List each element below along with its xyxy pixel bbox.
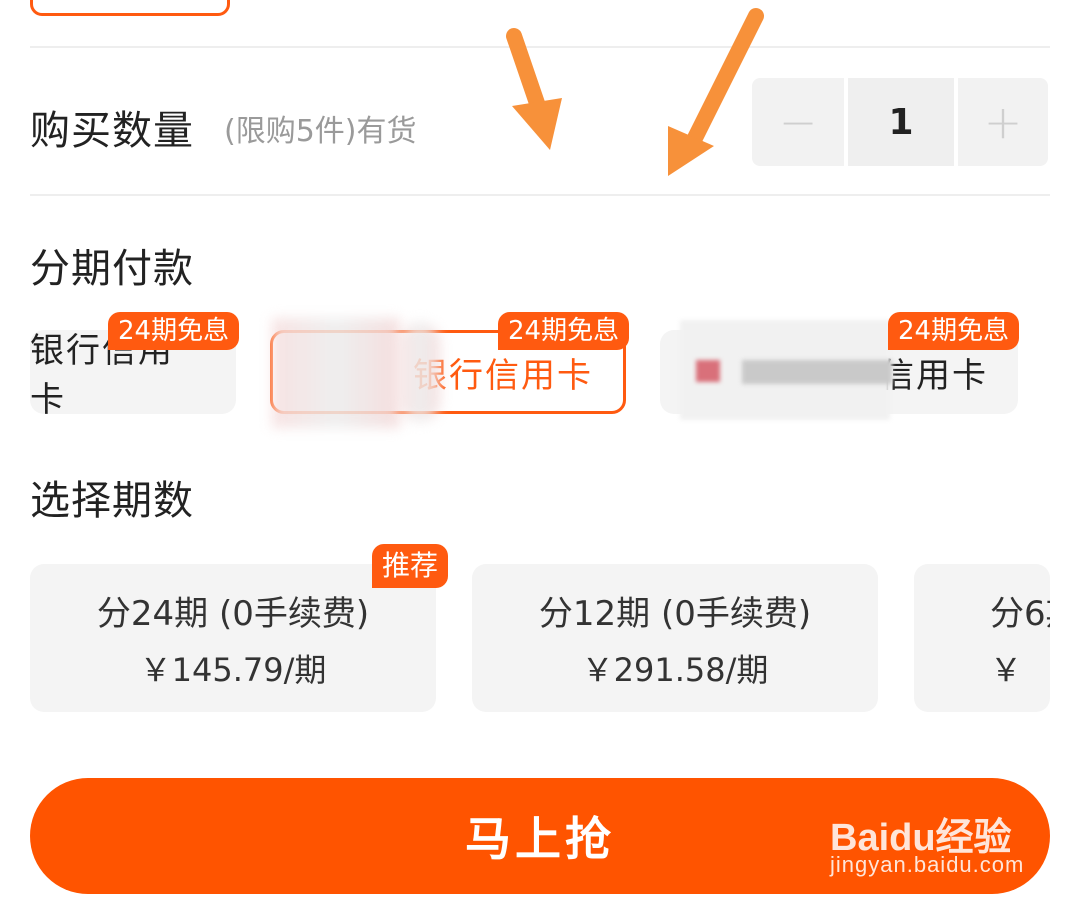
- previous-option-button[interactable]: [30, 0, 230, 16]
- term-title: 选择期数: [30, 478, 194, 524]
- term-price: ￥145.79/期: [139, 650, 327, 689]
- arrow-icon: [668, 8, 764, 176]
- quantity-label: 购买数量: [30, 108, 194, 154]
- term-label: 分6期: [990, 593, 1050, 634]
- interest-free-badge: 24期免息: [888, 312, 1020, 350]
- blurred-bank-name: [272, 318, 400, 428]
- increment-button[interactable]: +: [958, 78, 1048, 166]
- term-option-6[interactable]: 分6期 ￥: [914, 564, 1050, 712]
- quantity-limit-note: (限购5件)有货: [224, 114, 417, 149]
- interest-free-badge: 24期免息: [498, 312, 630, 350]
- bank-logo: [696, 360, 720, 382]
- blurred-bank-name: [400, 322, 440, 422]
- buy-now-label: 马上抢: [465, 812, 615, 866]
- bank-card-label: 银行信用卡: [413, 355, 593, 396]
- divider: [30, 46, 1050, 48]
- arrow-icon: [506, 28, 562, 150]
- quantity-stepper[interactable]: − 1 +: [752, 78, 1052, 166]
- recommend-badge: 推荐: [372, 544, 449, 588]
- bank-card-label: 信用卡: [880, 355, 988, 396]
- term-label: 分12期 (0手续费): [538, 593, 812, 634]
- decrement-button[interactable]: −: [752, 78, 844, 166]
- baidu-watermark-url: jingyan.baidu.com: [830, 852, 1025, 877]
- blurred-bank-name: [742, 360, 892, 384]
- term-option-12[interactable]: 分12期 (0手续费) ￥291.58/期: [472, 564, 878, 712]
- quantity-value[interactable]: 1: [848, 78, 954, 166]
- interest-free-badge: 24期免息: [108, 312, 240, 350]
- term-price: ￥291.58/期: [581, 650, 769, 689]
- term-price: ￥: [990, 650, 1023, 689]
- term-label: 分24期 (0手续费): [96, 593, 370, 634]
- installment-title: 分期付款: [30, 246, 194, 292]
- divider: [30, 194, 1050, 196]
